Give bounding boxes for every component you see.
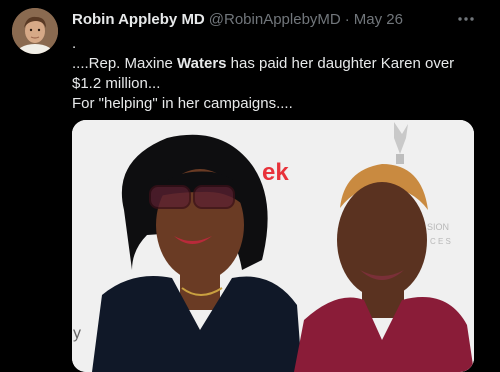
avatar[interactable]	[12, 8, 58, 54]
tweet-line-1: ....Rep. Maxine Waters has paid her daug…	[72, 54, 472, 74]
tweet-header: Robin Appleby MD @RobinApplebyMD · May 2…	[72, 9, 486, 29]
author-name[interactable]: Robin Appleby MD	[72, 11, 205, 28]
tweet-line-2: $1.2 million...	[72, 75, 161, 92]
tweet-photo[interactable]: ek SION C E S y	[72, 120, 474, 372]
tweet-line-0: .	[72, 35, 77, 52]
backdrop-text-3: C E S	[430, 237, 451, 246]
tweet-line-3: For "helping" in her campaigns....	[72, 95, 293, 112]
tweet-date[interactable]: May 26	[354, 11, 403, 28]
edge-letter: y	[73, 325, 81, 342]
separator-dot: ·	[344, 10, 350, 28]
tweet-line-1-post: has paid her daughter Karen over	[226, 55, 455, 72]
backdrop-text-2: SION	[427, 222, 449, 232]
tweet-text: . ....Rep. Maxine Waters has paid her da…	[72, 34, 472, 114]
author-handle[interactable]: @RobinApplebyMD	[209, 11, 341, 28]
tweet-line-1-bold: Waters	[177, 55, 227, 72]
backdrop-logo-text: ek	[262, 159, 289, 186]
tweet-line-1-pre: ....Rep. Maxine	[72, 55, 178, 72]
more-icon[interactable]	[456, 9, 476, 29]
tweet[interactable]: Robin Appleby MD @RobinApplebyMD · May 2…	[0, 0, 500, 372]
